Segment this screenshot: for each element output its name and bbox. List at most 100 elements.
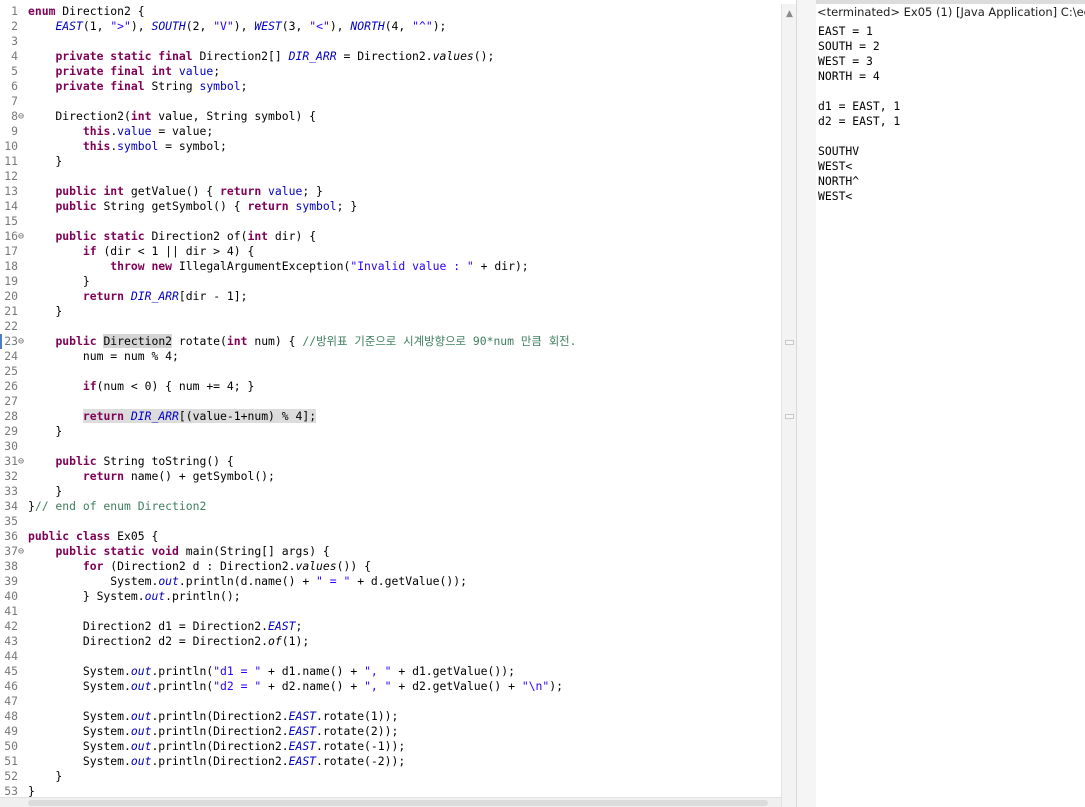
code-line[interactable]: 27 — [0, 394, 796, 409]
code-text[interactable]: private static final Direction2[] DIR_AR… — [28, 49, 494, 64]
code-text[interactable]: System.out.println(Direction2.EAST.rotat… — [28, 739, 405, 754]
code-text[interactable]: this.symbol = symbol; — [28, 139, 227, 154]
code-line[interactable]: 21 } — [0, 304, 796, 319]
code-line[interactable]: 5 private final int value; — [0, 64, 796, 79]
code-line[interactable]: 6 private final String symbol; — [0, 79, 796, 94]
code-line[interactable]: 3 — [0, 34, 796, 49]
code-text[interactable]: } — [28, 484, 62, 499]
code-line[interactable]: 34}// end of enum Direction2 — [0, 499, 796, 514]
code-text[interactable]: private final int value; — [28, 64, 220, 79]
overview-ruler-mark[interactable] — [785, 414, 794, 419]
code-text[interactable]: if(num < 0) { num += 4; } — [28, 379, 254, 394]
code-line[interactable]: 33 } — [0, 484, 796, 499]
code-line[interactable]: 32 return name() + getSymbol(); — [0, 469, 796, 484]
code-line[interactable]: 35 — [0, 514, 796, 529]
code-line[interactable]: 11 } — [0, 154, 796, 169]
code-line[interactable]: 43 Direction2 d2 = Direction2.of(1); — [0, 634, 796, 649]
code-text[interactable]: } — [28, 274, 90, 289]
code-text[interactable]: System.out.println(d.name() + " = " + d.… — [28, 574, 467, 589]
code-text[interactable]: System.out.println(Direction2.EAST.rotat… — [28, 709, 398, 724]
code-line[interactable]: 37 ⊖ public static void main(String[] arg… — [0, 544, 796, 559]
code-text[interactable]: } System.out.println(); — [28, 589, 241, 604]
code-line[interactable]: 19 } — [0, 274, 796, 289]
overview-ruler-mark[interactable] — [785, 340, 794, 345]
code-text[interactable]: public String toString() { — [28, 454, 233, 469]
fold-toggle-icon[interactable]: ⊖ — [18, 334, 28, 349]
code-line[interactable]: 42 Direction2 d1 = Direction2.EAST; — [0, 619, 796, 634]
vertical-scrollbar[interactable]: ▲ — [781, 4, 796, 807]
code-line[interactable]: 31 ⊖ public String toString() { — [0, 454, 796, 469]
code-text[interactable]: System.out.println(Direction2.EAST.rotat… — [28, 754, 405, 769]
code-line[interactable]: 23 ⊖ public Direction2 rotate(int num) { … — [0, 334, 796, 349]
code-line[interactable]: 45 System.out.println("d1 = " + d1.name(… — [0, 664, 796, 679]
code-text[interactable]: Direction2 d2 = Direction2.of(1); — [28, 634, 309, 649]
code-text[interactable]: Direction2(int value, String symbol) { — [28, 109, 316, 124]
code-text[interactable]: System.out.println("d1 = " + d1.name() +… — [28, 664, 515, 679]
code-text[interactable]: public static void main(String[] args) { — [28, 544, 329, 559]
code-line[interactable]: 22 — [0, 319, 796, 334]
code-line[interactable]: 13 public int getValue() { return value;… — [0, 184, 796, 199]
panel-divider[interactable] — [796, 0, 817, 807]
fold-toggle-icon[interactable]: ⊖ — [18, 229, 28, 244]
code-line[interactable]: 30 — [0, 439, 796, 454]
code-text[interactable]: EAST(1, ">"), SOUTH(2, "V"), WEST(3, "<"… — [28, 19, 446, 34]
code-line[interactable]: 40 } System.out.println(); — [0, 589, 796, 604]
fold-toggle-icon[interactable]: ⊖ — [18, 454, 28, 469]
code-line[interactable]: 25 — [0, 364, 796, 379]
code-text[interactable]: }// end of enum Direction2 — [28, 499, 206, 514]
horizontal-scrollbar[interactable] — [0, 797, 781, 807]
code-text[interactable]: if (dir < 1 || dir > 4) { — [28, 244, 254, 259]
code-line[interactable]: 51 System.out.println(Direction2.EAST.ro… — [0, 754, 796, 769]
code-line[interactable]: 14 public String getSymbol() { return sy… — [0, 199, 796, 214]
code-text[interactable]: return DIR_ARR[dir - 1]; — [28, 289, 248, 304]
code-text[interactable]: System.out.println(Direction2.EAST.rotat… — [28, 724, 398, 739]
code-text[interactable]: } — [28, 424, 62, 439]
code-line[interactable]: 36 public class Ex05 { — [0, 529, 796, 544]
code-line[interactable]: 28 return DIR_ARR[(value-1+num) % 4]; — [0, 409, 796, 424]
code-line[interactable]: 24 num = num % 4; — [0, 349, 796, 364]
code-text[interactable]: for (Direction2 d : Direction2.values())… — [28, 559, 371, 574]
code-text[interactable]: } — [28, 304, 62, 319]
code-line[interactable]: 48 System.out.println(Direction2.EAST.ro… — [0, 709, 796, 724]
code-line[interactable]: 17 if (dir < 1 || dir > 4) { — [0, 244, 796, 259]
code-line[interactable]: 7 — [0, 94, 796, 109]
code-text[interactable]: Direction2 d1 = Direction2.EAST; — [28, 619, 302, 634]
code-line[interactable]: 29 } — [0, 424, 796, 439]
code-text[interactable]: return name() + getSymbol(); — [28, 469, 275, 484]
code-text[interactable]: public Direction2 rotate(int num) { //방위… — [28, 334, 577, 349]
scroll-up-arrow-icon[interactable]: ▲ — [785, 10, 794, 19]
code-text[interactable]: System.out.println("d2 = " + d2.name() +… — [28, 679, 563, 694]
code-text[interactable]: public class Ex05 { — [28, 529, 158, 544]
code-text[interactable]: public int getValue() { return value; } — [28, 184, 322, 199]
code-text[interactable]: public String getSymbol() { return symbo… — [28, 199, 357, 214]
code-text[interactable]: public static Direction2 of(int dir) { — [28, 229, 316, 244]
scrollbar-thumb[interactable] — [28, 800, 768, 806]
code-line[interactable]: 9 this.value = value; — [0, 124, 796, 139]
code-line[interactable]: 46 System.out.println("d2 = " + d2.name(… — [0, 679, 796, 694]
code-line[interactable]: 15 — [0, 214, 796, 229]
code-line[interactable]: 39 System.out.println(d.name() + " = " +… — [0, 574, 796, 589]
code-editor[interactable]: 1 enum Direction2 {2 EAST(1, ">"), SOUTH(… — [0, 0, 796, 807]
code-line[interactable]: 50 System.out.println(Direction2.EAST.ro… — [0, 739, 796, 754]
code-line[interactable]: 18 throw new IllegalArgumentException("I… — [0, 259, 796, 274]
console-view[interactable]: <terminated> Ex05 (1) [Java Application]… — [816, 4, 1085, 807]
code-text[interactable]: private final String symbol; — [28, 79, 247, 94]
code-text[interactable]: enum Direction2 { — [28, 4, 145, 19]
code-text[interactable]: } — [28, 769, 62, 784]
code-line[interactable]: 41 — [0, 604, 796, 619]
code-line[interactable]: 20 return DIR_ARR[dir - 1]; — [0, 289, 796, 304]
code-line[interactable]: 47 — [0, 694, 796, 709]
fold-toggle-icon[interactable]: ⊖ — [18, 544, 28, 559]
code-text[interactable]: this.value = value; — [28, 124, 213, 139]
code-line[interactable]: 16 ⊖ public static Direction2 of(int dir)… — [0, 229, 796, 244]
code-line[interactable]: 4 private static final Direction2[] DIR_… — [0, 49, 796, 64]
code-line[interactable]: 44 — [0, 649, 796, 664]
code-line[interactable]: 1 enum Direction2 { — [0, 4, 796, 19]
code-line[interactable]: 52 } — [0, 769, 796, 784]
code-line[interactable]: 49 System.out.println(Direction2.EAST.ro… — [0, 724, 796, 739]
code-text[interactable]: } — [28, 154, 62, 169]
code-text[interactable]: throw new IllegalArgumentException("Inva… — [28, 259, 528, 274]
code-line[interactable]: 26 if(num < 0) { num += 4; } — [0, 379, 796, 394]
code-line[interactable]: 2 EAST(1, ">"), SOUTH(2, "V"), WEST(3, "… — [0, 19, 796, 34]
code-line[interactable]: 12 — [0, 169, 796, 184]
